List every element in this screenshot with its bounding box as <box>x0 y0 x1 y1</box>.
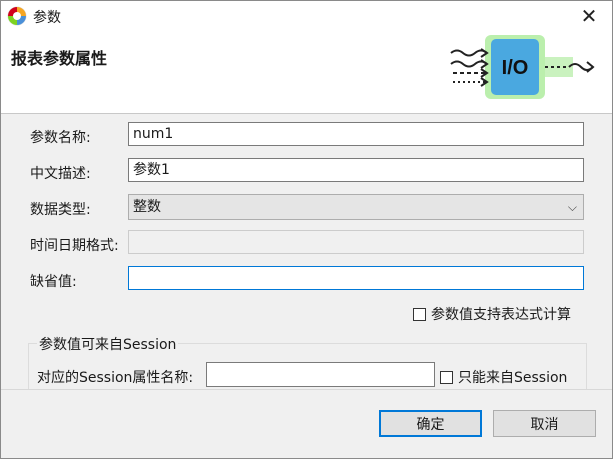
datetime-format-input <box>128 230 584 254</box>
session-attr-label: 对应的Session属性名称: <box>37 370 194 386</box>
ok-button[interactable]: 确定 <box>379 410 482 437</box>
close-button[interactable]: ✕ <box>566 1 612 31</box>
header-title: 报表参数属性 <box>11 49 108 68</box>
expr-support-label: 参数值支持表达式计算 <box>431 307 571 323</box>
only-session-label: 只能来自Session <box>458 370 568 386</box>
chevron-down-icon: ⌵ <box>567 200 577 214</box>
datetime-format-label: 时间日期格式: <box>30 238 119 254</box>
param-name-label: 参数名称: <box>30 130 91 146</box>
expr-support-checkbox[interactable]: 参数值支持表达式计算 <box>413 304 571 324</box>
close-icon: ✕ <box>580 4 598 28</box>
data-type-value: 整数 <box>133 199 161 215</box>
param-name-input[interactable]: num1 <box>128 122 584 146</box>
app-logo-icon <box>7 6 27 26</box>
io-graphic-icon: I/O <box>450 35 595 99</box>
description-input[interactable]: 参数1 <box>128 158 584 182</box>
cancel-button[interactable]: 取消 <box>493 410 596 437</box>
window-title: 参数 <box>33 10 61 26</box>
dialog-window: 参数 ✕ 报表参数属性 I/O 参数名称: num1 中文描述: 参数1 数据类 <box>0 0 613 459</box>
checkbox-box <box>413 307 426 321</box>
description-label: 中文描述: <box>30 166 91 182</box>
checkbox-box <box>440 370 453 384</box>
data-type-label: 数据类型: <box>30 202 91 218</box>
default-value-label: 缺省值: <box>30 274 77 290</box>
default-value-input[interactable] <box>128 266 584 290</box>
session-group-title: 参数值可来自Session <box>37 334 179 354</box>
io-graphic-label: I/O <box>502 57 529 79</box>
data-type-select[interactable]: 整数 ⌵ <box>128 194 584 220</box>
session-attr-input[interactable] <box>206 362 435 387</box>
title-bar: 参数 ✕ <box>1 1 612 31</box>
only-session-checkbox[interactable]: 只能来自Session <box>440 367 567 387</box>
header-banner: 报表参数属性 I/O <box>1 31 612 114</box>
